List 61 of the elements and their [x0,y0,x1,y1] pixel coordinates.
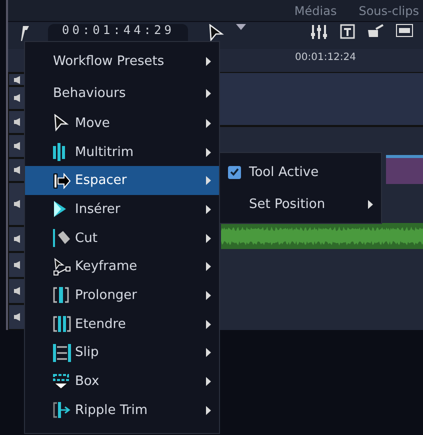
panel-tab[interactable]: Médias [294,4,337,18]
submenu-arrow-icon [206,290,211,300]
submenu-arrow-icon [206,262,211,272]
speaker-icon[interactable] [14,287,20,295]
menu-item[interactable]: Ripple Trim [25,396,219,425]
menu-item[interactable]: Workflow Presets [25,45,219,77]
audio-waveform[interactable] [221,223,423,249]
speaker-icon[interactable] [14,76,20,84]
text-icon[interactable] [340,24,355,40]
speaker-icon[interactable] [14,313,20,321]
speaker-icon[interactable] [14,142,20,150]
keyframe-icon [53,258,71,276]
blade-icon [53,229,71,248]
bars-icon [53,143,65,162]
trim-icon [53,287,69,304]
menu-item[interactable]: Move [25,109,219,138]
tool-icon[interactable] [20,24,30,42]
submenu-arrow-icon [206,320,211,329]
menu-item[interactable]: Etendre [25,310,219,338]
subtitle-icon[interactable] [396,24,413,38]
mixer-icon[interactable] [310,24,328,40]
submenu-arrow-icon [206,56,211,66]
submenu-arrow-icon [206,377,211,386]
menu-item[interactable]: Cut [25,224,219,252]
speaker-icon[interactable] [14,261,20,269]
submenu-arrow-icon [206,234,211,243]
pointer-icon [53,114,69,132]
trim-icon [53,316,71,332]
box-select-icon [53,374,69,390]
menu-item[interactable]: Multitrim [25,138,219,166]
submenu-arrow-icon [206,406,211,415]
menu-item[interactable]: Espacer [25,166,219,196]
pointer-icon [53,200,67,218]
submenu-arrow-icon [206,348,211,358]
menu-item[interactable]: Behaviours [25,77,219,109]
submenu-arrow-icon [206,118,211,128]
panel-tab[interactable]: Sous-clips [358,4,419,18]
submenu-arrow-icon [368,200,373,209]
speaker-icon[interactable] [14,94,20,102]
speaker-icon[interactable] [14,235,20,243]
speaker-icon[interactable] [14,118,20,126]
submenu-arrow-icon [206,148,211,157]
ripple-trim-icon [53,402,71,418]
slip-icon [53,344,71,362]
checkmark-icon [230,168,239,176]
submenu-arrow-icon [206,204,211,214]
menu-item[interactable]: Keyframe [25,252,219,282]
menu-item[interactable]: Prolonger [25,281,219,310]
submenu-arrow-icon [206,176,211,186]
menu-item[interactable]: Set Position [220,188,381,220]
checkbox[interactable] [228,166,241,179]
menu-item[interactable]: Slip [25,338,219,368]
menu-item[interactable]: Insérer [25,195,219,224]
menu-item[interactable]: Box [25,367,219,396]
submenu-arrow-icon [206,88,211,98]
speaker-icon[interactable] [14,166,20,174]
arrow-icon [53,172,71,189]
speaker-icon[interactable] [14,200,20,208]
pointer-icon[interactable] [208,24,224,42]
menu-item[interactable]: Tool Active [220,156,381,188]
ruler-time: 00:01:12:24 [295,52,356,63]
